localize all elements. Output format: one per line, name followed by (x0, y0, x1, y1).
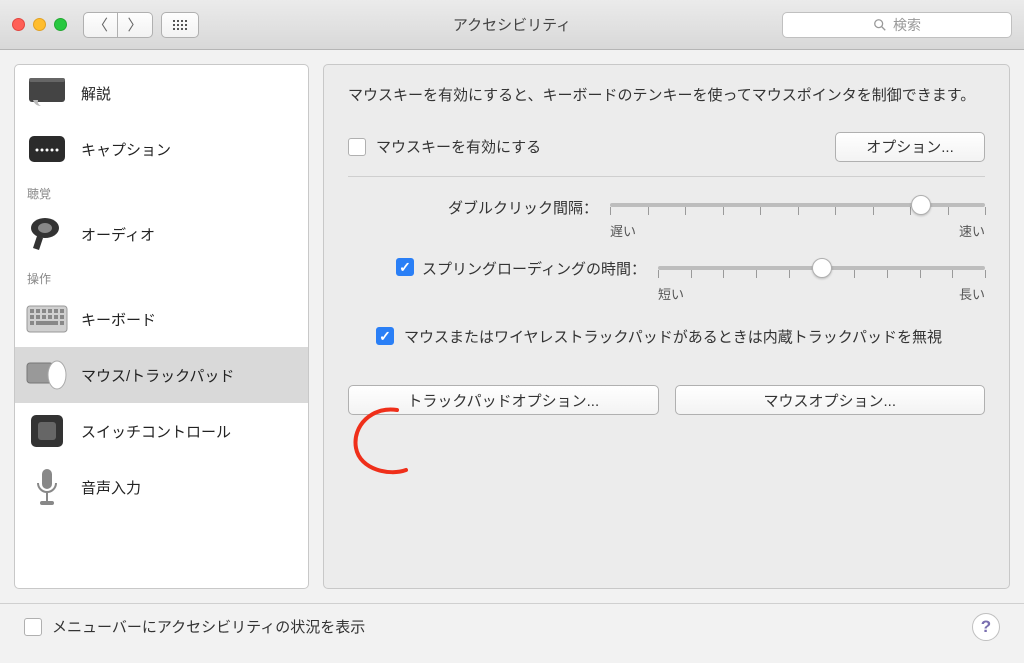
minimize-button[interactable] (33, 18, 46, 31)
slider-min-label: 遅い (610, 221, 636, 240)
footer: メニューバーにアクセシビリティの状況を表示 ? (0, 603, 1024, 649)
enable-mouse-keys-label: マウスキーを有効にする (376, 136, 541, 157)
menubar-status-label: メニューバーにアクセシビリティの状況を表示 (52, 616, 365, 637)
intro-text: マウスキーを有効にすると、キーボードのテンキーを使ってマウスポインタを制御できま… (348, 85, 985, 108)
content-area: 解説 キャプション 聴覚 オーディオ 操作 キーボード (0, 50, 1024, 603)
sidebar-item-label: 音声入力 (81, 477, 141, 498)
mouse-keys-row: マウスキーを有効にする オプション... (348, 132, 985, 162)
slider-max-label: 速い (959, 221, 985, 240)
sidebar-item-label: キーボード (81, 309, 156, 330)
maximize-button[interactable] (54, 18, 67, 31)
spring-loading-slider[interactable]: 短い 長い (658, 258, 985, 303)
show-all-button[interactable] (161, 12, 199, 38)
sidebar-item-narration[interactable]: 解説 (15, 65, 308, 121)
main-panel: マウスキーを有効にすると、キーボードのテンキーを使ってマウスポインタを制御できま… (323, 64, 1010, 589)
sidebar-item-dictation[interactable]: 音声入力 (15, 459, 308, 515)
sidebar-item-label: 解説 (81, 83, 111, 104)
double-click-label: ダブルクリック間隔： (348, 195, 598, 218)
close-button[interactable] (12, 18, 25, 31)
slider-max-label: 長い (959, 284, 985, 303)
spring-loading-row: スプリングローディングの時間： 短い 長い (348, 258, 985, 303)
sidebar: 解説 キャプション 聴覚 オーディオ 操作 キーボード (14, 64, 309, 589)
sidebar-item-audio[interactable]: オーディオ (15, 206, 308, 262)
search-input[interactable]: 検索 (782, 12, 1012, 38)
options-button[interactable]: オプション... (835, 132, 985, 162)
keyboard-icon (25, 299, 69, 339)
menubar-status-row: メニューバーにアクセシビリティの状況を表示 (24, 616, 365, 637)
search-icon (873, 18, 887, 32)
sidebar-item-label: スイッチコントロール (81, 421, 231, 442)
chevron-left-icon: 〈 (93, 14, 108, 35)
slider-min-label: 短い (658, 284, 684, 303)
spring-loading-label: スプリングローディングの時間： (422, 258, 646, 279)
narration-icon (25, 73, 69, 113)
sidebar-item-mouse-trackpad[interactable]: マウス/トラックパッド (15, 347, 308, 403)
sidebar-item-switch-control[interactable]: スイッチコントロール (15, 403, 308, 459)
double-click-slider[interactable]: 遅い 速い (610, 195, 985, 240)
double-click-row: ダブルクリック間隔： 遅い 速い (348, 195, 985, 240)
sidebar-item-caption[interactable]: キャプション (15, 121, 308, 177)
sidebar-item-keyboard[interactable]: キーボード (15, 291, 308, 347)
search-placeholder: 検索 (893, 15, 921, 35)
sidebar-group-interaction: 操作 (15, 262, 308, 291)
sidebar-scroll[interactable]: 解説 キャプション 聴覚 オーディオ 操作 キーボード (15, 65, 308, 588)
mouse-icon (25, 355, 69, 395)
ignore-trackpad-label: マウスまたはワイヤレストラックパッドがあるときは内蔵トラックパッドを無視 (404, 327, 942, 350)
sidebar-group-hearing: 聴覚 (15, 177, 308, 206)
ignore-trackpad-row: マウスまたはワイヤレストラックパッドがあるときは内蔵トラックパッドを無視 (376, 327, 985, 350)
switch-icon (25, 411, 69, 451)
sidebar-item-label: キャプション (81, 139, 171, 160)
spring-loading-checkbox[interactable] (396, 258, 414, 276)
ignore-trackpad-checkbox[interactable] (376, 327, 394, 345)
enable-mouse-keys-checkbox[interactable] (348, 138, 366, 156)
divider (348, 176, 985, 177)
back-button[interactable]: 〈 (83, 12, 118, 38)
grid-icon (173, 20, 187, 30)
caption-icon (25, 129, 69, 169)
window-controls (12, 18, 67, 31)
trackpad-options-button[interactable]: トラックパッドオプション... (348, 385, 659, 415)
menubar-status-checkbox[interactable] (24, 618, 42, 636)
titlebar: 〈 〉 アクセシビリティ 検索 (0, 0, 1024, 50)
nav-buttons: 〈 〉 (83, 12, 153, 38)
mouse-options-button[interactable]: マウスオプション... (675, 385, 986, 415)
forward-button[interactable]: 〉 (118, 12, 153, 38)
help-button[interactable]: ? (972, 613, 1000, 641)
dictation-icon (25, 467, 69, 507)
bottom-buttons: トラックパッドオプション... マウスオプション... (348, 385, 985, 415)
sidebar-item-label: マウス/トラックパッド (81, 365, 234, 386)
chevron-right-icon: 〉 (127, 14, 142, 35)
sidebar-item-label: オーディオ (81, 224, 155, 245)
audio-icon (25, 214, 69, 254)
